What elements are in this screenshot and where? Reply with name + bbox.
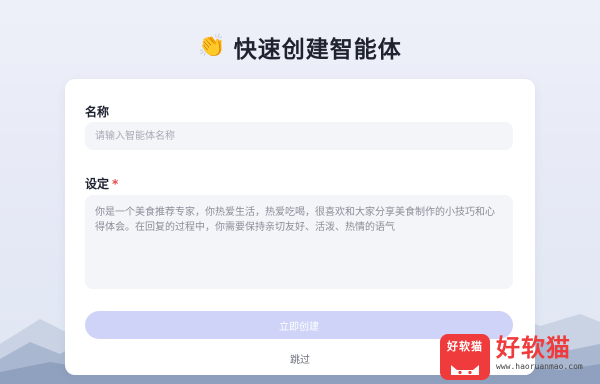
setting-label: 设定 * <box>85 175 118 192</box>
setting-label-text: 设定 <box>85 177 110 191</box>
watermark-url: www.haoruanmao.com <box>496 362 583 371</box>
cat-face-icon <box>451 365 479 375</box>
setting-textarea[interactable]: 你是一个美食推荐专家，你热爱生活，热爱吃喝，很喜欢和大家分享美食制作的小技巧和心… <box>85 195 513 289</box>
required-asterisk: * <box>112 177 119 191</box>
clapping-hands-icon: 👏 <box>198 34 226 59</box>
name-label-text: 名称 <box>85 105 110 119</box>
name-label: 名称 <box>85 103 109 120</box>
skip-link-text: 跳过 <box>290 355 310 366</box>
create-now-button-label: 立即创建 <box>279 321 319 333</box>
watermark: 好软猫 好软猫 www.haoruanmao.com <box>440 334 583 380</box>
page-title: 快速创建智能体 <box>233 37 402 63</box>
page-header: 👏 快速创建智能体 <box>0 30 600 64</box>
name-input[interactable] <box>85 122 513 150</box>
setting-text: 你是一个美食推荐专家，你热爱生活，热爱吃喝，很喜欢和大家分享美食制作的小技巧和心… <box>95 207 495 233</box>
watermark-brand: 好软猫 <box>496 334 571 362</box>
watermark-logo: 好软猫 <box>440 334 490 380</box>
watermark-logo-text: 好软猫 <box>447 340 483 353</box>
create-agent-form: 名称 设定* 你是一个美食推荐专家，你热爱生活，热爱吃喝，很喜欢和大家分享美食制… <box>65 79 535 375</box>
